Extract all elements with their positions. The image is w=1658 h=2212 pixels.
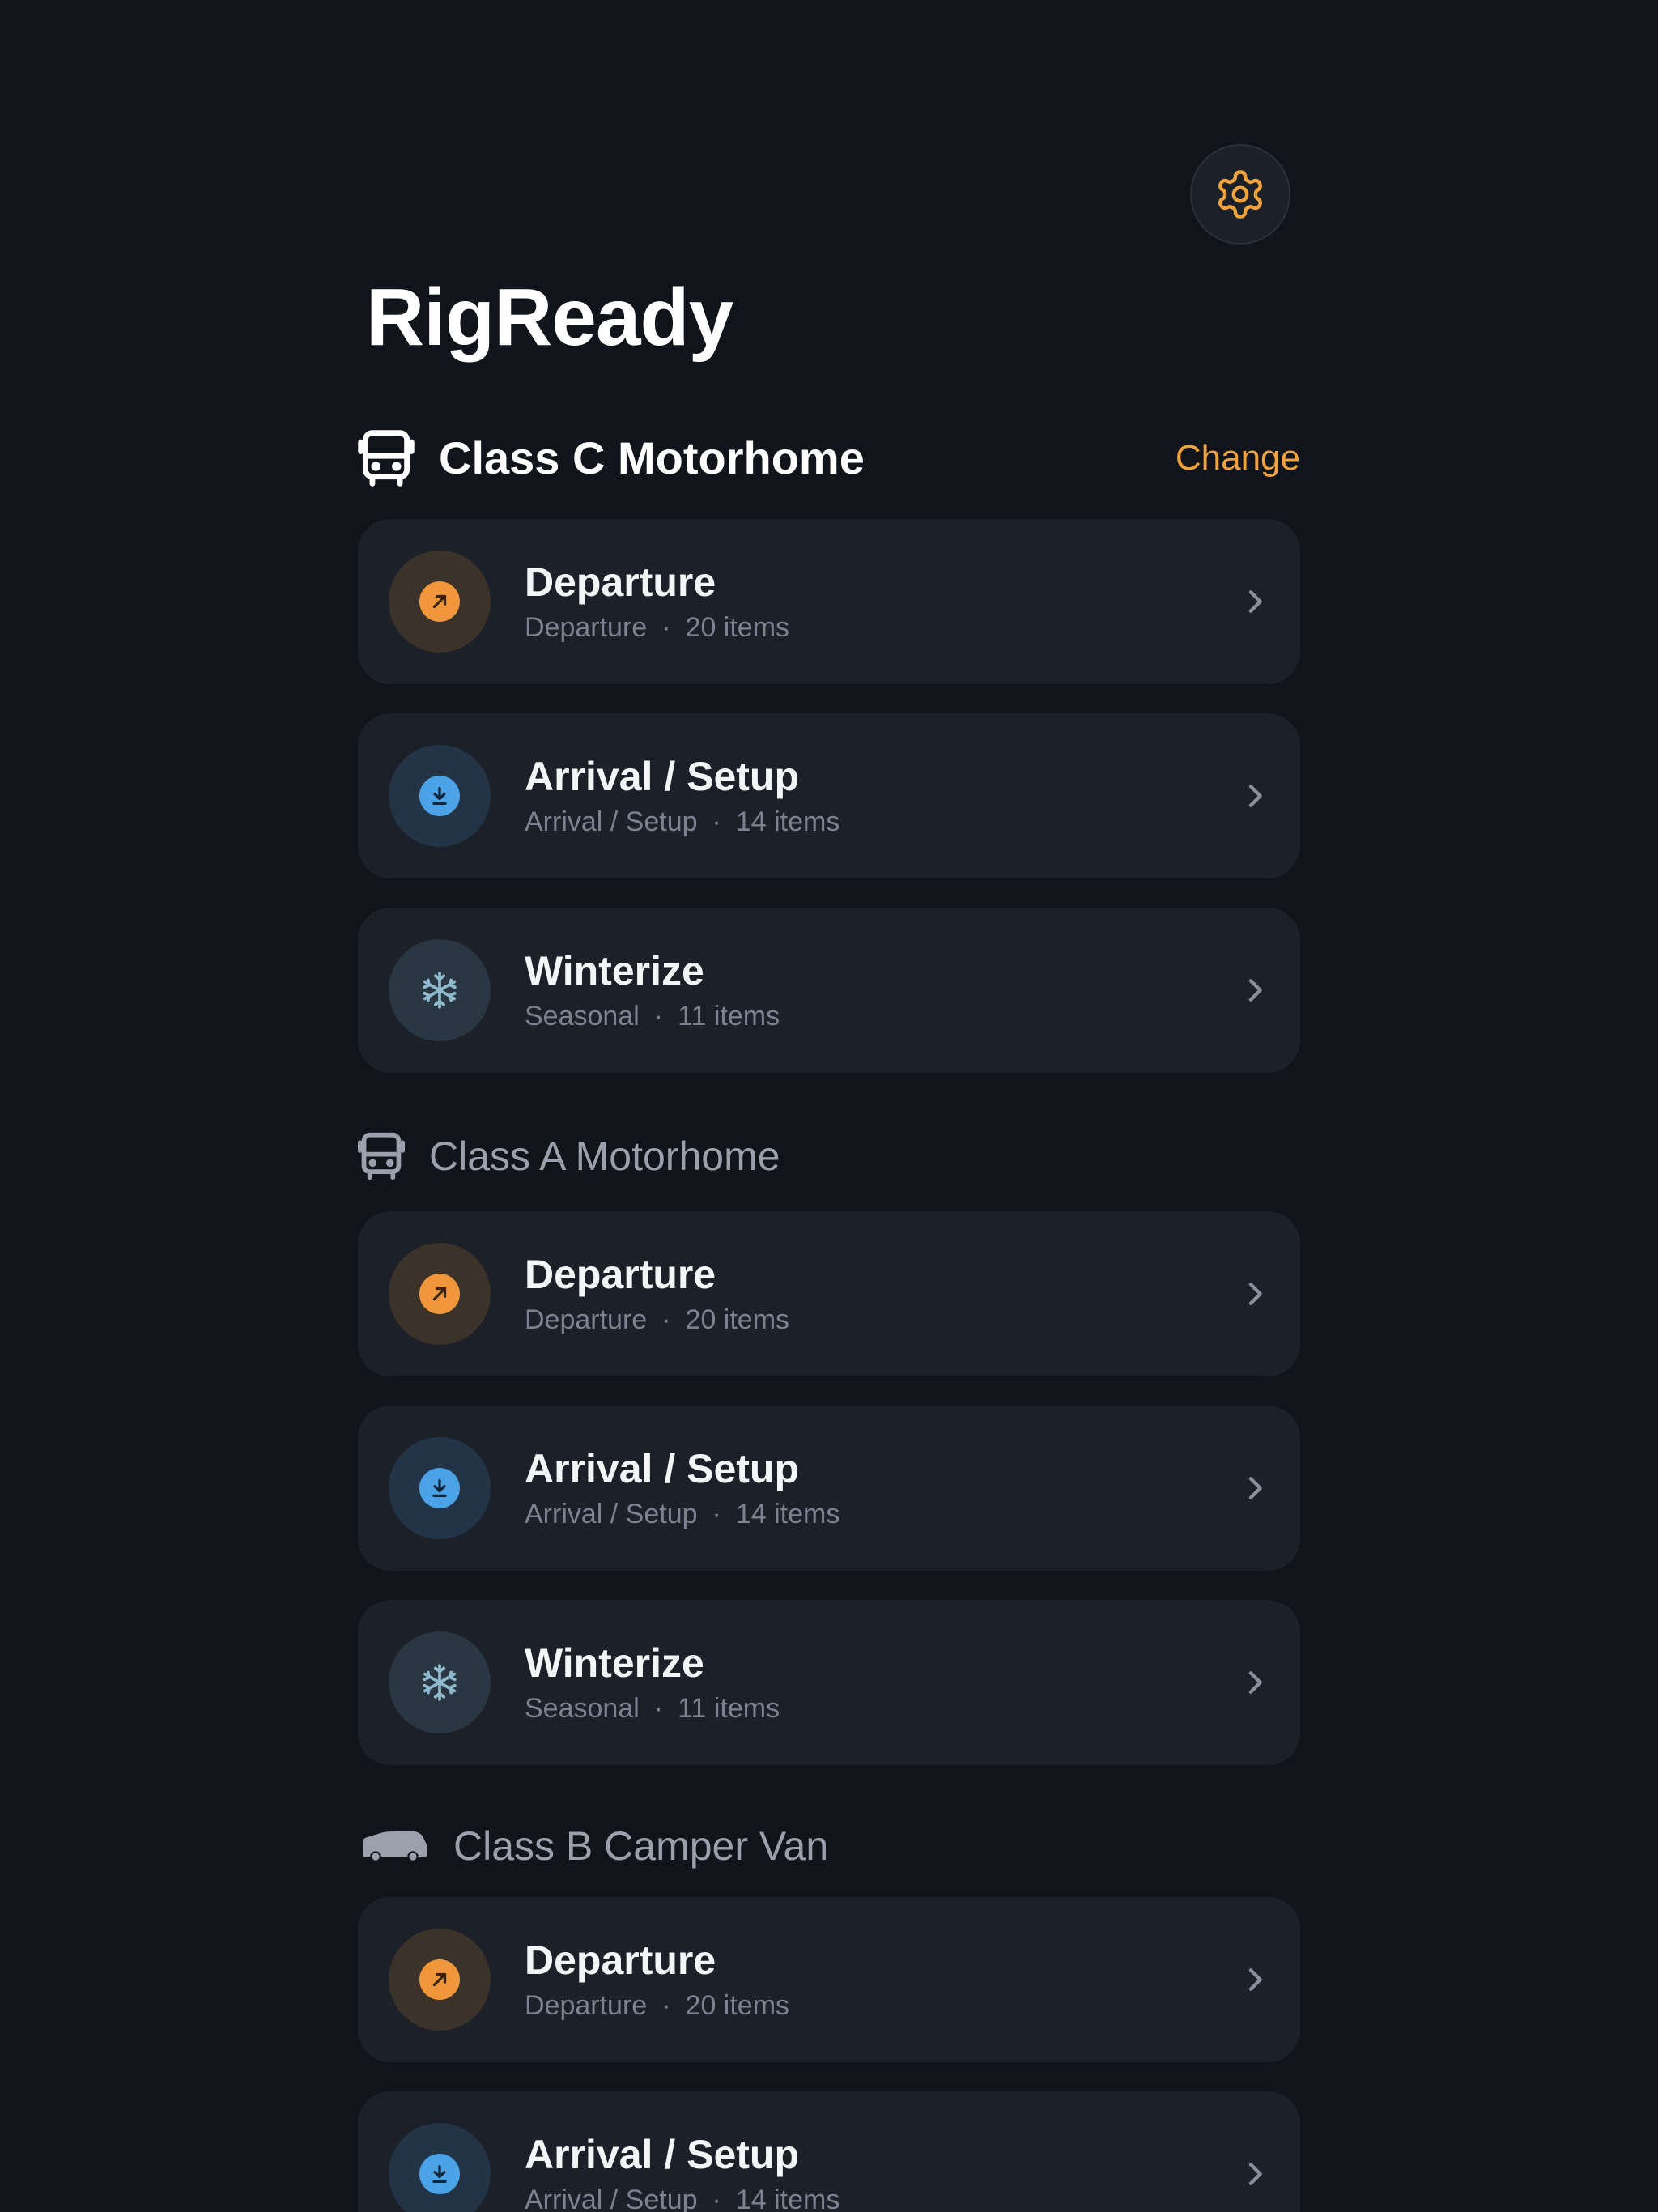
departure-badge	[389, 551, 491, 653]
chevron-right-icon	[1248, 979, 1262, 1002]
arrow-up-right-icon	[432, 1972, 447, 1987]
checklist-meta: Departure · 20 items	[525, 611, 790, 643]
bus-icon	[358, 428, 414, 488]
checklist-title: Winterize	[525, 1640, 704, 1686]
arrival-badge	[389, 1437, 491, 1539]
checklist-card-departure[interactable]: Departure Departure · 20 items	[358, 519, 1300, 684]
checklist-meta: Seasonal · 11 items	[525, 1000, 780, 1032]
snowflake-icon	[423, 1664, 457, 1701]
checklist-title: Arrival / Setup	[525, 2131, 799, 2177]
checklist-meta: Arrival / Setup · 14 items	[525, 1498, 840, 1529]
chevron-right-icon	[1248, 1671, 1262, 1694]
checklist-card-departure[interactable]: Departure Departure · 20 items	[358, 1897, 1300, 2062]
checklist-meta: Arrival / Setup · 14 items	[525, 2184, 840, 2212]
gear-icon	[1218, 170, 1262, 219]
chevron-right-icon	[1248, 590, 1262, 613]
chevron-right-icon	[1248, 785, 1262, 807]
winterize-badge	[389, 939, 491, 1041]
change-vehicle-link[interactable]: Change	[1175, 440, 1300, 476]
app-title: RigReady	[366, 272, 733, 363]
settings-button[interactable]	[1190, 144, 1290, 245]
app-screen: RigReady Class C Motorhome Change Depart…	[0, 0, 1658, 2212]
arrival-badge	[389, 2123, 491, 2212]
checklist-title: Departure	[525, 1937, 716, 1983]
download-icon	[432, 1479, 447, 1497]
checklist-meta: Seasonal · 11 items	[525, 1692, 780, 1724]
chevron-right-icon	[1248, 1283, 1262, 1305]
winterize-badge	[389, 1631, 491, 1733]
checklist-card-arrival[interactable]: Arrival / Setup Arrival / Setup · 14 items	[358, 1406, 1300, 1571]
download-icon	[432, 2165, 447, 2183]
download-icon	[432, 787, 447, 805]
checklist-title: Arrival / Setup	[525, 753, 799, 799]
bus-icon	[358, 1131, 405, 1181]
section-title: Class A Motorhome	[429, 1134, 780, 1179]
departure-badge	[389, 1929, 491, 2031]
section-header-class-b[interactable]: Class B Camper Van	[358, 1814, 1300, 1878]
section-header-class-c: Class C Motorhome Change	[358, 426, 1300, 491]
chevron-right-icon	[1248, 1968, 1262, 1991]
checklist-meta: Departure · 20 items	[525, 1304, 790, 1335]
arrival-badge	[389, 745, 491, 847]
arrow-up-right-icon	[432, 594, 447, 609]
checklist-card-winterize[interactable]: Winterize Seasonal · 11 items	[358, 1600, 1300, 1765]
section-title: Class B Camper Van	[453, 1823, 829, 1869]
section-title: Class C Motorhome	[439, 432, 865, 483]
chevron-right-icon	[1248, 2163, 1262, 2185]
checklist-meta: Departure · 20 items	[525, 1989, 790, 2021]
van-icon	[358, 1828, 429, 1864]
checklist-title: Arrival / Setup	[525, 1445, 799, 1491]
checklist-meta: Arrival / Setup · 14 items	[525, 806, 840, 837]
checklist-card-departure[interactable]: Departure Departure · 20 items	[358, 1211, 1300, 1376]
departure-badge	[389, 1243, 491, 1345]
checklist-card-arrival[interactable]: Arrival / Setup Arrival / Setup · 14 items	[358, 2091, 1300, 2212]
arrow-up-right-icon	[432, 1287, 447, 1301]
checklist-title: Departure	[525, 559, 716, 605]
chevron-right-icon	[1248, 1477, 1262, 1499]
section-header-class-a[interactable]: Class A Motorhome	[358, 1124, 1300, 1189]
checklist-card-arrival[interactable]: Arrival / Setup Arrival / Setup · 14 items	[358, 713, 1300, 878]
checklist-title: Winterize	[525, 947, 704, 993]
checklist-title: Departure	[525, 1251, 716, 1297]
snowflake-icon	[423, 972, 457, 1009]
checklist-card-winterize[interactable]: Winterize Seasonal · 11 items	[358, 908, 1300, 1073]
